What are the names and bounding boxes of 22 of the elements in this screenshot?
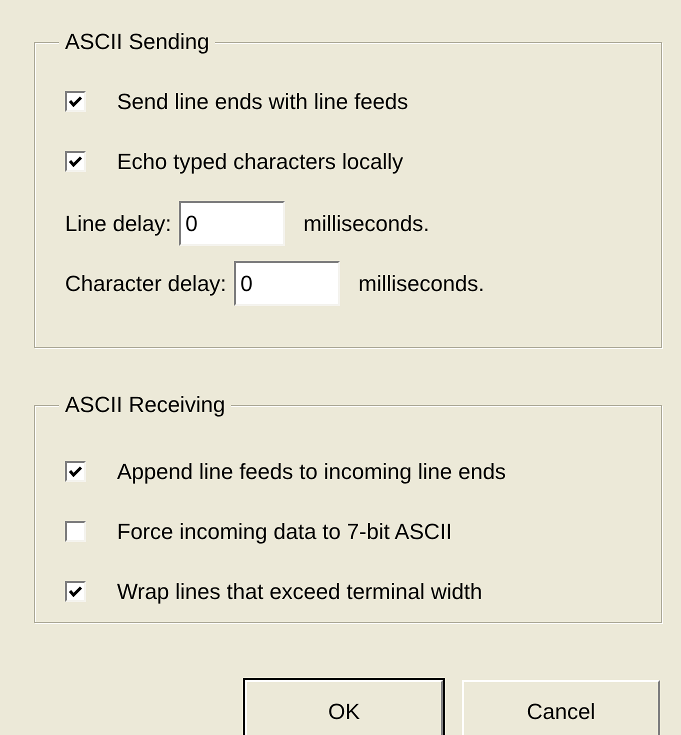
unit-label: milliseconds.	[303, 210, 430, 238]
checkbox[interactable]	[65, 520, 86, 542]
dialog-button[interactable]: OK	[245, 680, 443, 735]
check-icon	[69, 156, 82, 166]
field-label: Line delay:	[65, 210, 172, 238]
checkbox[interactable]	[65, 460, 86, 482]
checkbox-label: Echo typed characters locally	[117, 148, 404, 176]
checkbox-label: Append line feeds to incoming line ends	[117, 458, 506, 486]
check-icon	[69, 96, 82, 106]
unit-label: milliseconds.	[358, 270, 484, 298]
input-field[interactable]: 0	[179, 201, 286, 246]
checkbox-label: Force incoming data to 7-bit ASCII	[117, 518, 452, 546]
checkbox[interactable]	[65, 150, 86, 172]
checkbox-label: Send line ends with line feeds	[117, 88, 408, 116]
dialog-button[interactable]: Cancel	[462, 680, 660, 735]
check-icon	[69, 466, 82, 476]
field-label: Character delay:	[65, 270, 226, 298]
checkbox[interactable]	[65, 580, 86, 602]
checkbox-label: Wrap lines that exceed terminal width	[117, 578, 482, 606]
input-field[interactable]: 0	[234, 261, 340, 306]
check-icon	[69, 586, 82, 596]
checkbox[interactable]	[65, 90, 86, 112]
